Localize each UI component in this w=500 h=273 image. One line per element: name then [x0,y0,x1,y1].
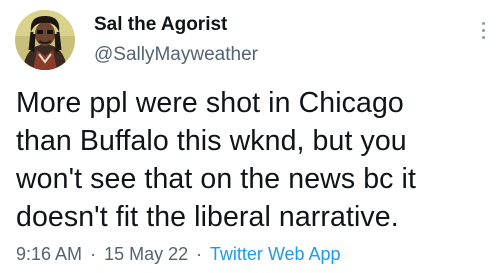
avatar[interactable] [15,10,75,70]
tweet-text-line: doesn't fit the liberal narrative. [16,201,399,233]
tweet-date[interactable]: 15 May 22 [104,244,188,264]
avatar-image [15,10,75,70]
tweet-text-line: won't see that on the news bc it [16,163,416,195]
tweet-text-line: More ppl were shot in Chicago [16,87,404,119]
tweet-time[interactable]: 9:16 AM [16,244,82,264]
dot-icon [481,36,485,39]
separator: · [196,244,203,264]
tweet-source-link[interactable]: Twitter Web App [210,244,341,264]
author-handle[interactable]: @SallyMayweather [94,44,258,66]
author-name[interactable]: Sal the Agorist [94,14,227,36]
tweet-meta: 9:16 AM · 15 May 22 · Twitter Web App [16,244,341,265]
dot-icon [481,29,485,32]
dot-icon [481,22,485,25]
separator: · [90,244,97,264]
tweet-text-line: than Buffalo this wknd, but you [16,125,407,157]
more-options-icon[interactable] [480,22,486,44]
tweet-text: More ppl were shot in Chicago than Buffa… [16,84,492,236]
tweet-card: Sal the Agorist @SallyMayweather More pp… [0,0,500,273]
